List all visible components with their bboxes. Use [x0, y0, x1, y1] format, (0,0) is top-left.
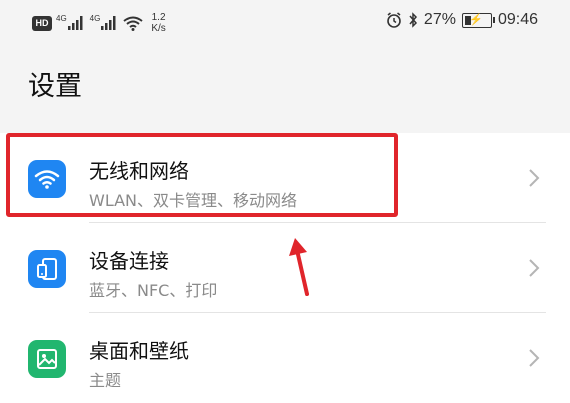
chevron-right-icon	[529, 349, 540, 367]
battery-percent: 27%	[423, 11, 456, 28]
alarm-icon	[387, 12, 401, 28]
chevron-right-icon	[529, 169, 540, 187]
item-title: 设备连接	[89, 249, 169, 273]
signal-icon	[67, 16, 83, 30]
highlight-box	[6, 133, 398, 217]
device-connect-icon	[28, 250, 66, 288]
wifi-status-icon	[123, 16, 143, 31]
charging-icon: ⚡	[468, 13, 483, 26]
item-subtitle: 主题	[89, 371, 122, 390]
settings-item-desktop-wallpaper[interactable]: 桌面和壁纸 主题	[0, 313, 570, 403]
pointer-arrow-icon	[289, 238, 309, 296]
speed-value: 1.2	[151, 12, 166, 23]
status-left: HD 4G 4G 1.2 K/s	[32, 12, 166, 34]
bluetooth-icon	[409, 12, 417, 28]
status-bar: HD 4G 4G 1.2 K/s 27% ⚡ 09:46	[0, 0, 570, 44]
network-type-1: 4G	[56, 13, 67, 23]
network-type-2: 4G	[89, 13, 101, 23]
speed-unit: K/s	[151, 23, 166, 34]
item-subtitle: 蓝牙、NFC、打印	[89, 281, 218, 300]
wallpaper-icon	[28, 340, 66, 378]
network-speed: 1.2 K/s	[151, 12, 165, 34]
hd-badge: HD	[32, 15, 52, 31]
signal-icon-2	[101, 16, 116, 30]
page-title: 设置	[28, 71, 82, 102]
chevron-right-icon	[529, 259, 540, 277]
clock: 09:46	[497, 11, 538, 28]
battery-icon: ⚡	[461, 12, 495, 28]
item-title: 桌面和壁纸	[89, 339, 189, 363]
status-right: 27% ⚡ 09:46	[386, 11, 538, 29]
